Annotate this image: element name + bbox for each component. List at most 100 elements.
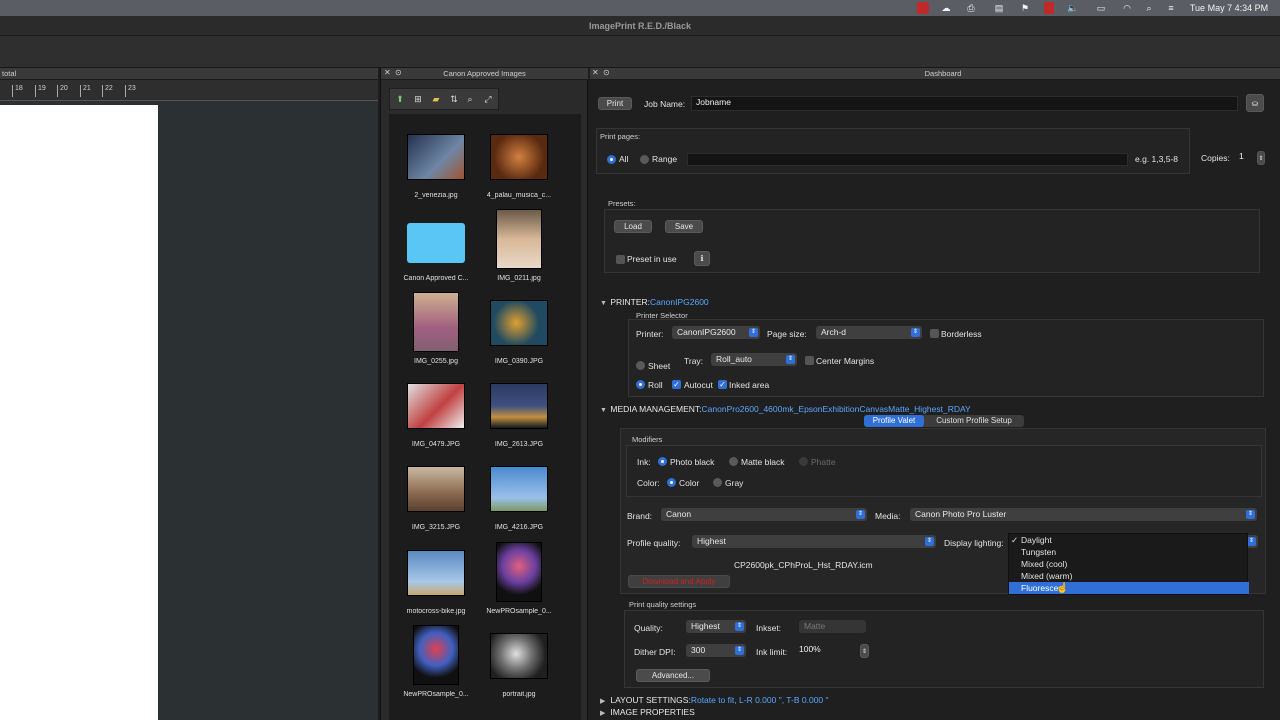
- autocut-label: Autocut: [684, 380, 713, 390]
- thumbnail-caption: NewPROsample_0...: [403, 691, 469, 698]
- folder-icon[interactable]: ▰: [430, 93, 442, 105]
- printer-section-header[interactable]: ▼ PRINTER:CanonIPG2600: [600, 297, 709, 307]
- thumbnail[interactable]: IMG_0255.jpg: [401, 292, 471, 365]
- ruler-tick: 21: [80, 85, 91, 97]
- wifi-icon[interactable]: ◠: [1120, 2, 1134, 14]
- lighting-option-mixed-warm[interactable]: Mixed (warm): [1009, 570, 1249, 582]
- search-icon[interactable]: ⌕: [1142, 2, 1156, 14]
- tab-custom-profile-setup[interactable]: Custom Profile Setup: [926, 415, 1022, 427]
- window-title-bar: ImagePrint R.E.D./Black: [0, 16, 1280, 36]
- thumbnail[interactable]: IMG_0479.JPG: [401, 383, 471, 448]
- screenshot-icon[interactable]: ⎙: [964, 2, 978, 14]
- job-name-input[interactable]: Jobname: [691, 96, 1238, 111]
- grid-icon[interactable]: ⊞: [412, 93, 424, 105]
- thumbnail[interactable]: 2_venezia.jpg: [401, 134, 471, 199]
- autocut-checkbox[interactable]: ✓: [672, 380, 681, 389]
- horizontal-ruler: 18 19 20 21 22 23: [0, 81, 378, 101]
- chevron-down-icon: ▼: [600, 300, 607, 307]
- sort-icon[interactable]: ⇅: [448, 93, 460, 105]
- center-margins-checkbox[interactable]: [805, 356, 814, 365]
- roll-label: Roll: [648, 380, 663, 390]
- color-radio[interactable]: [667, 478, 676, 487]
- printer-icon[interactable]: ▤: [992, 2, 1006, 14]
- thumbnail[interactable]: 4_palau_musica_c...: [484, 134, 554, 199]
- ink-limit-input[interactable]: 100%: [795, 644, 857, 657]
- thumbnail[interactable]: IMG_4216.JPG: [484, 466, 554, 531]
- load-preset-button[interactable]: Load: [614, 220, 652, 233]
- inked-area-checkbox[interactable]: ✓: [718, 380, 727, 389]
- lighting-option-daylight[interactable]: ✓ Daylight: [1009, 534, 1249, 546]
- printer-select[interactable]: CanonIPG2600 ⇕: [672, 326, 760, 339]
- photo-black-radio[interactable]: [658, 457, 667, 466]
- range-input[interactable]: [687, 153, 1128, 166]
- ruler-tick: 23: [125, 85, 136, 97]
- lighting-option-mixed-cool[interactable]: Mixed (cool): [1009, 558, 1249, 570]
- ink-limit-stepper[interactable]: ⇕: [860, 644, 869, 658]
- battery-icon[interactable]: ▭: [1092, 2, 1110, 14]
- copies-stepper[interactable]: ⇕: [1257, 151, 1265, 165]
- tab-profile-valet[interactable]: Profile Valet: [864, 415, 924, 427]
- folder-icon: [407, 223, 465, 263]
- chevron-right-icon: ▶: [600, 698, 606, 705]
- expand-icon[interactable]: ⤢: [482, 93, 494, 105]
- print-button[interactable]: Print: [598, 97, 632, 110]
- sheet-radio[interactable]: [636, 361, 645, 370]
- layout-panel-header: total: [0, 68, 378, 80]
- volume-icon[interactable]: 🔈: [1066, 2, 1080, 14]
- app-status-icon[interactable]: [917, 2, 929, 14]
- zoom-icon[interactable]: ⌕: [464, 93, 476, 105]
- matte-black-radio[interactable]: [729, 457, 738, 466]
- brand-select[interactable]: Canon ⇕: [661, 508, 867, 521]
- thumbnail-image: [496, 542, 542, 602]
- thumbnail[interactable]: motocross-bike.jpg: [401, 550, 471, 615]
- thumbnail[interactable]: NewPROsample_0...: [401, 625, 471, 698]
- brand-label: Brand:: [627, 511, 653, 521]
- save-preset-button[interactable]: Save: [665, 220, 703, 233]
- dither-dpi-select[interactable]: 300 ⇕: [686, 644, 746, 657]
- advanced-button[interactable]: Advanced...: [636, 669, 710, 682]
- cloud-icon[interactable]: ☁: [938, 2, 954, 14]
- quality-select[interactable]: Highest ⇕: [686, 620, 746, 633]
- flag-icon[interactable]: ⚑: [1018, 2, 1032, 14]
- thumbnail[interactable]: portrait.jpg: [484, 633, 554, 698]
- matte-black-label: Matte black: [741, 457, 785, 467]
- page-size-select[interactable]: Arch-d ⇕: [816, 326, 922, 339]
- download-apply-button[interactable]: Download and Apply: [628, 575, 730, 588]
- copies-input[interactable]: 1: [1235, 151, 1257, 164]
- color-option-label: Color: [679, 478, 700, 488]
- gray-radio[interactable]: [713, 478, 722, 487]
- lighting-option-tungsten[interactable]: Tungsten: [1009, 546, 1249, 558]
- layout-section-header[interactable]: ▶ LAYOUT SETTINGS:Rotate to fit, L-R 0.0…: [600, 695, 829, 705]
- thumbnail-caption: IMG_0255.jpg: [414, 358, 458, 365]
- record-icon[interactable]: [1044, 2, 1054, 14]
- thumbnail-folder[interactable]: Canon Approved C...: [401, 217, 471, 282]
- phatte-radio[interactable]: [799, 457, 808, 466]
- page-size-label: Page size:: [767, 329, 807, 339]
- thumbnail[interactable]: IMG_2613.JPG: [484, 383, 554, 448]
- lighting-option-fluorescent[interactable]: Fluorescent: [1009, 582, 1249, 594]
- tray-select[interactable]: Roll_auto ⇕: [711, 353, 797, 366]
- borderless-label: Borderless: [941, 329, 982, 339]
- image-properties-section-header[interactable]: ▶ IMAGE PROPERTIES: [600, 707, 695, 717]
- thumbnail[interactable]: IMG_0390.JPG: [484, 300, 554, 365]
- preset-in-use-checkbox[interactable]: [616, 255, 625, 264]
- thumbnail[interactable]: NewPROsample_0...: [484, 542, 554, 615]
- thumbnail[interactable]: IMG_0211.jpg: [484, 209, 554, 282]
- media-section-header[interactable]: ▼ MEDIA MANAGEMENT:CanonPro2600_4600mk_E…: [600, 404, 971, 414]
- borderless-checkbox[interactable]: [930, 329, 939, 338]
- thumbnail-image: [490, 383, 548, 429]
- media-select[interactable]: Canon Photo Pro Luster ⇕: [910, 508, 1257, 521]
- profile-quality-select[interactable]: Highest ⇕: [692, 535, 936, 548]
- thumbnail-image: [413, 625, 459, 685]
- range-radio[interactable]: [640, 155, 649, 164]
- roll-radio[interactable]: [636, 380, 645, 389]
- up-arrow-icon[interactable]: ⬆: [394, 93, 406, 105]
- info-icon[interactable]: ℹ: [694, 251, 710, 266]
- inkset-select[interactable]: Matte: [799, 620, 866, 633]
- job-menu-icon[interactable]: ⛀: [1246, 94, 1264, 112]
- control-center-icon[interactable]: ≡: [1164, 2, 1178, 14]
- all-pages-radio[interactable]: [607, 155, 616, 164]
- menu-clock[interactable]: Tue May 7 4:34 PM: [1185, 2, 1273, 14]
- thumbnail[interactable]: IMG_3215.JPG: [401, 466, 471, 531]
- paper-page[interactable]: [0, 105, 158, 720]
